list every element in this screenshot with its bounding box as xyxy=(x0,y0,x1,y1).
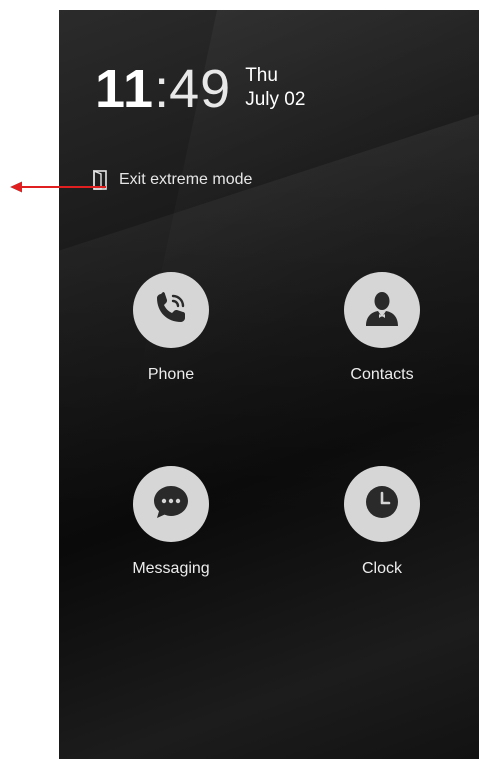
contact-person-icon xyxy=(360,286,404,335)
app-phone[interactable]: Phone xyxy=(111,272,231,384)
app-messaging[interactable]: Messaging xyxy=(111,466,231,578)
app-contacts[interactable]: Contacts xyxy=(322,272,442,384)
phone-icon xyxy=(151,288,191,333)
app-phone-circle xyxy=(133,272,209,348)
app-contacts-label: Contacts xyxy=(350,366,414,383)
app-messaging-circle xyxy=(133,466,209,542)
chat-bubble-icon xyxy=(150,481,192,528)
app-contacts-circle xyxy=(344,272,420,348)
clock-icon xyxy=(362,482,402,527)
red-arrow-icon xyxy=(10,180,106,193)
app-grid: Phone Contacts Messaging Clock xyxy=(59,10,479,759)
app-clock-circle xyxy=(344,466,420,542)
lock-screen: 11 : 49 Thu July 02 Exit extreme mode Ph… xyxy=(59,10,479,759)
app-clock-label: Clock xyxy=(361,560,402,577)
app-phone-label: Phone xyxy=(147,366,195,383)
app-clock[interactable]: Clock xyxy=(322,466,442,578)
app-messaging-label: Messaging xyxy=(132,560,210,577)
